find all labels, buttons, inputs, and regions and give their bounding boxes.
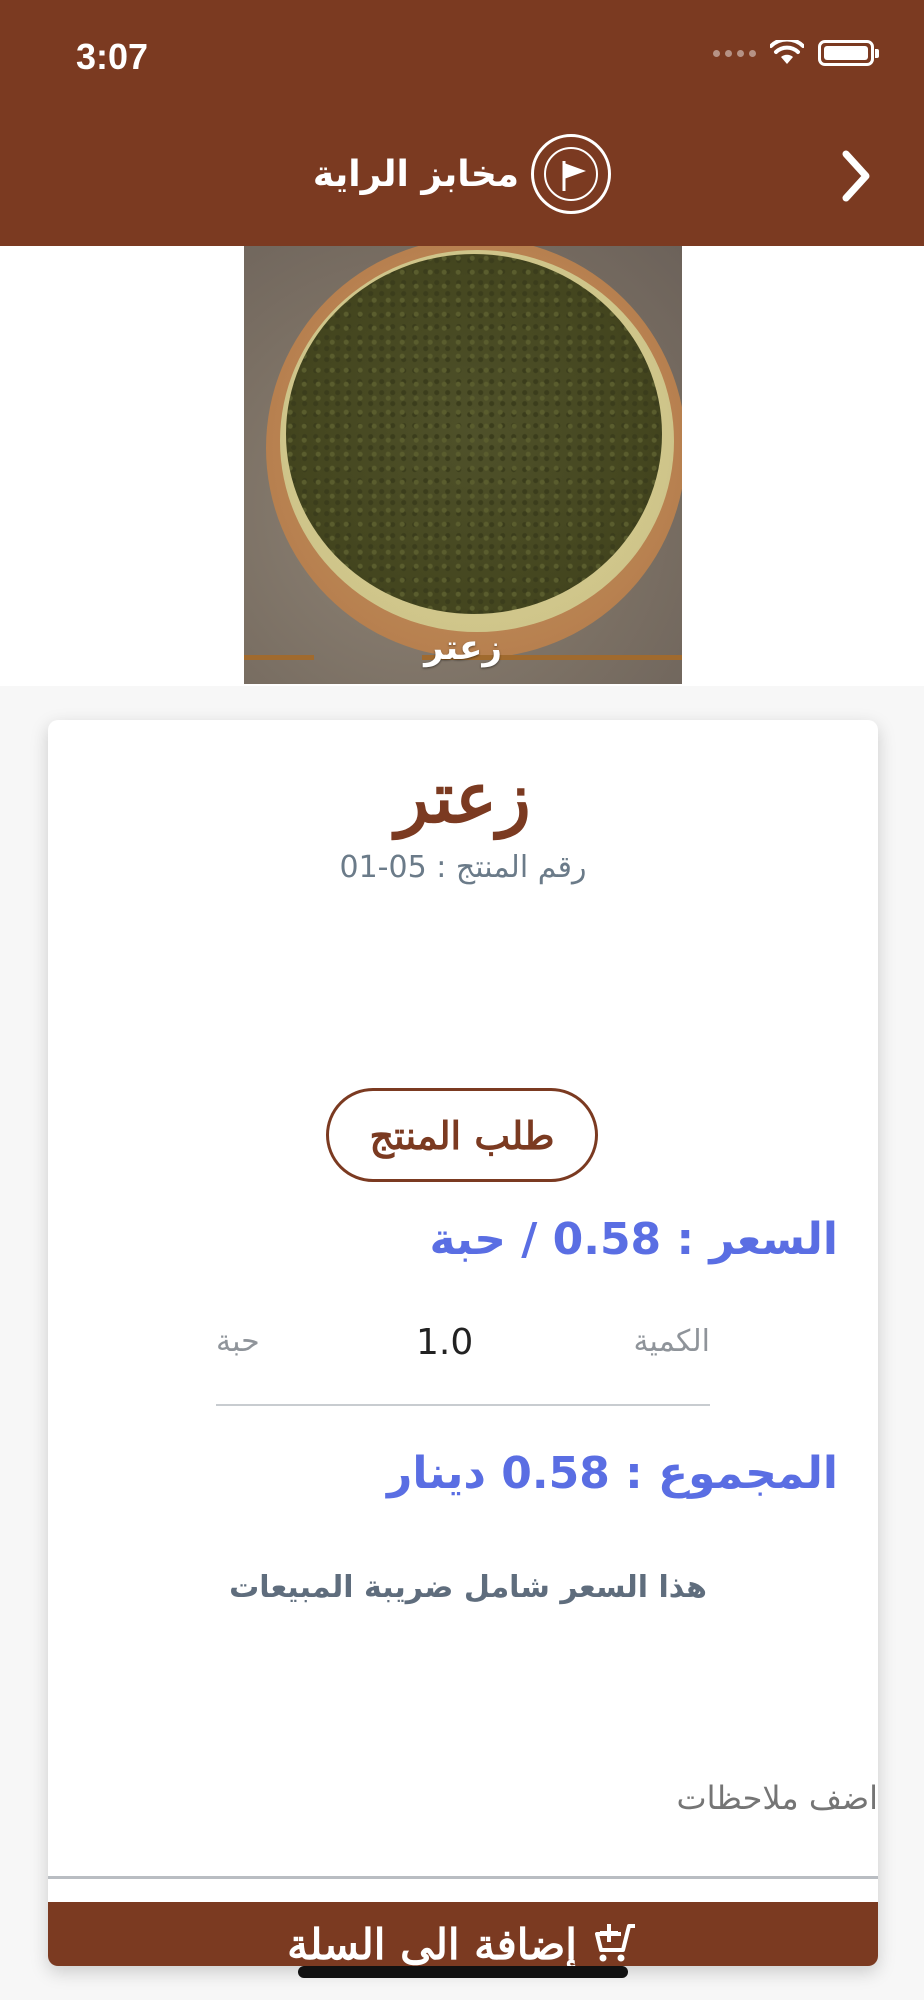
add-to-cart-button[interactable]: إضافة الى السلة bbox=[48, 1902, 878, 1966]
wifi-icon bbox=[770, 40, 804, 64]
product-image-area: زعتر bbox=[0, 246, 924, 686]
top-bar: 3:07 مخابز الراية bbox=[0, 0, 924, 246]
notes-divider bbox=[48, 1876, 878, 1879]
quantity-row[interactable]: الكمية 1.0 حبة bbox=[216, 1316, 710, 1406]
order-product-button[interactable]: طلب المنتج bbox=[326, 1088, 598, 1182]
price-text: السعر : 0.58 / حبة bbox=[429, 1214, 838, 1265]
battery-icon bbox=[818, 40, 879, 66]
status-time: 3:07 bbox=[76, 36, 149, 77]
product-image: زعتر bbox=[244, 246, 682, 684]
product-code: رقم المنتج : 05-01 bbox=[339, 850, 587, 885]
bakery-logo-icon bbox=[531, 134, 612, 214]
chevron-right-icon[interactable] bbox=[832, 146, 880, 206]
nav-title: مخابز الراية bbox=[312, 153, 520, 195]
notes-input[interactable] bbox=[68, 1750, 878, 1846]
add-cart-icon bbox=[594, 1924, 635, 1962]
home-indicator bbox=[298, 1966, 628, 1978]
tax-note: هذا السعر شامل ضريبة المبيعات bbox=[229, 1570, 707, 1605]
add-to-cart-label: إضافة الى السلة bbox=[287, 1920, 577, 1966]
status-icons bbox=[713, 40, 879, 66]
product-image-caption: زعتر bbox=[424, 628, 502, 668]
quantity-label: الكمية bbox=[633, 1324, 710, 1359]
signal-icon bbox=[713, 49, 756, 57]
product-card: زعتر رقم المنتج : 05-01 طلب المنتج السعر… bbox=[48, 720, 878, 1966]
product-name: زعتر bbox=[395, 756, 531, 839]
nav-title-group: مخابز الراية bbox=[0, 134, 924, 214]
total-text: المجموع : 0.58 دينار bbox=[387, 1448, 838, 1499]
quantity-unit: حبة bbox=[216, 1324, 260, 1359]
quantity-input[interactable]: 1.0 bbox=[416, 1322, 473, 1363]
